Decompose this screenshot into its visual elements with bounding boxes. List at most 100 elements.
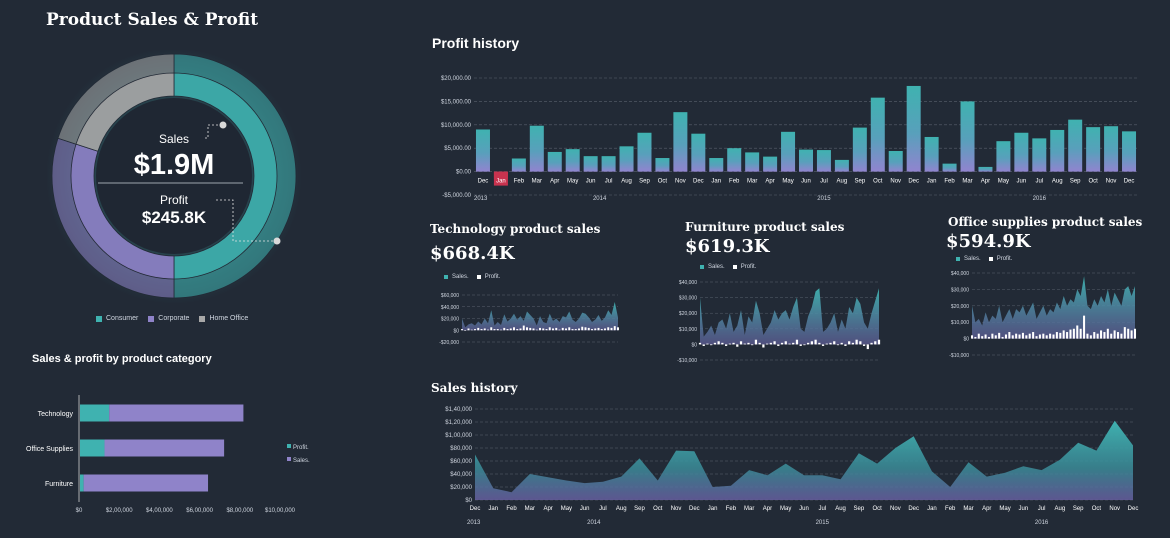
profit-bar-23 (888, 151, 903, 172)
office-profit-bar-24 (1052, 334, 1055, 339)
office-profit-bar-26 (1059, 332, 1062, 339)
category-x-tick-2: $4,00,000 (146, 508, 173, 514)
office-profit-bar-22 (1045, 335, 1048, 339)
sales-x-tick-15: Mar (744, 506, 754, 512)
profit-x-tick-23: Nov (890, 179, 901, 185)
tech-total: $668.4K (430, 243, 515, 264)
furniture-profit-bar-17 (762, 344, 765, 348)
tech-profit-bar-6 (480, 329, 483, 331)
furniture-profit-bar-32 (818, 342, 821, 345)
category-bar-chart: Technology Office Supplies Furniture $0 $2,0… (26, 395, 310, 514)
tech-profit-bar-16 (513, 327, 515, 331)
furniture-y-tick-4: $30,000 (679, 296, 697, 302)
tech-legend-sales-swatch (444, 275, 448, 279)
tech-profit-bar-38 (584, 327, 587, 331)
office-profit-bar-38 (1100, 330, 1103, 339)
profit-x-tick-24: Dec (908, 179, 919, 185)
category-bar-profit-2 (80, 474, 84, 492)
furniture-profit-bar-25 (792, 342, 795, 345)
profit-year-0: 2013 (474, 196, 488, 202)
office-profit-bar-40 (1106, 328, 1109, 339)
profit-bar-9 (637, 132, 652, 172)
profit-bar-10 (655, 158, 670, 172)
profit-bar-25 (924, 136, 939, 172)
profit-x-tick-5: May (567, 179, 578, 185)
profit-bar-17 (781, 131, 796, 172)
office-profit-bar-46 (1127, 328, 1130, 339)
tech-profit-bar-31 (561, 327, 564, 331)
sales-y-tick-7: $1,40,000 (445, 407, 472, 413)
office-total: $594.9K (946, 231, 1031, 252)
furniture-profit-bar-40 (848, 341, 851, 345)
furniture-profit-bar-37 (836, 344, 840, 346)
profit-x-tick-21: Sep (854, 179, 865, 185)
tech-profit-bar-23 (535, 329, 538, 331)
sales-x-tick-35: Nov (1109, 506, 1120, 512)
category-label-0: Technology (38, 411, 74, 418)
profit-bar-4 (547, 151, 562, 172)
profit-label: Profit (160, 193, 189, 207)
office-profit-bar-16 (1025, 335, 1028, 339)
profit-year-3: 2016 (1033, 196, 1047, 202)
legend-swatch-consumer (96, 315, 102, 322)
office-sales-chart: -$10,000 $0 $10,000 $20,000 $30,000 $40,000 (949, 271, 1137, 359)
sales-x-tick-36: Dec (1128, 506, 1139, 512)
furniture-profit-bar-14 (751, 344, 754, 346)
tech-legend: Sales. Profit. (444, 274, 500, 280)
profit-bar-32 (1050, 129, 1065, 172)
category-x-tick-3: $6,00,000 (186, 508, 213, 514)
profit-year-1: 2014 (593, 196, 607, 202)
sales-y-tick-5: $1,00,000 (445, 433, 472, 439)
sales-x-tick-8: Aug (616, 506, 627, 512)
sales-x-tick-16: Apr (763, 506, 772, 512)
tech-profit-bar-47 (613, 326, 616, 331)
furniture-profit-bar-46 (870, 342, 873, 345)
office-profit-bar-44 (1120, 333, 1123, 339)
tech-legend-profit-swatch (476, 275, 481, 279)
sales-history-title: Sales history (431, 381, 518, 395)
tech-legend-profit: Profit. (484, 274, 501, 280)
profit-bar-18 (799, 149, 813, 172)
furniture-sales-area (700, 288, 879, 345)
furniture-profit-bar-41 (851, 342, 855, 345)
tech-profit-bar-13 (503, 327, 506, 331)
sales-y-tick-6: $1,20,000 (445, 420, 472, 426)
tech-profit-bar-21 (529, 327, 532, 331)
sales-year-0: 2013 (467, 520, 481, 526)
furniture-profit-bar-11 (739, 341, 743, 345)
category-bar-sales-1 (104, 439, 225, 457)
sales-x-tick-26: Feb (945, 506, 956, 512)
profit-y-tick-1: $0.00 (456, 170, 472, 176)
profit-x-tick-25: Jan (927, 179, 937, 185)
tech-profit-bar-29 (555, 327, 558, 331)
furniture-profit-bar-4 (713, 342, 717, 345)
office-profit-bar-15 (1021, 332, 1024, 339)
office-legend-profit: Profit. (996, 256, 1013, 262)
sales-x-tick-28: Apr (982, 506, 991, 512)
sales-y-tick-0: $0 (465, 498, 472, 504)
profit-x-tick-14: Feb (729, 179, 740, 185)
category-legend-profit: Profit. (293, 445, 309, 451)
sales-x-tick-9: Sep (634, 506, 645, 512)
sales-x-tick-25: Jan (927, 506, 937, 512)
furniture-profit-bar-39 (844, 344, 847, 346)
sales-y-tick-3: $60,000 (450, 459, 472, 465)
tech-profit-bar-36 (578, 328, 580, 331)
furniture-profit-bar-7 (724, 344, 728, 346)
profit-bar-15 (745, 152, 760, 172)
tech-profit-bar-41 (594, 328, 597, 331)
profit-y-tick-4: $15,000.00 (441, 99, 472, 105)
profit-y-tick-2: $5,000.00 (444, 146, 471, 152)
furniture-profit-bar-20 (773, 341, 776, 345)
profit-x-tick-36: Dec (1124, 179, 1135, 185)
profit-x-tick-19: Jul (820, 179, 828, 185)
profit-x-tick-22: Oct (873, 179, 883, 185)
furniture-legend-sales: Sales. (708, 264, 725, 270)
category-label-2: Furniture (45, 481, 73, 488)
tech-profit-bar-15 (509, 328, 512, 331)
tech-profit-bar-12 (500, 329, 502, 331)
tech-profit-bar-40 (591, 329, 593, 331)
sales-x-tick-31: Jul (1038, 506, 1046, 512)
office-profit-bar-8 (998, 332, 1001, 339)
office-y-tick-5: $40,000 (951, 271, 969, 277)
